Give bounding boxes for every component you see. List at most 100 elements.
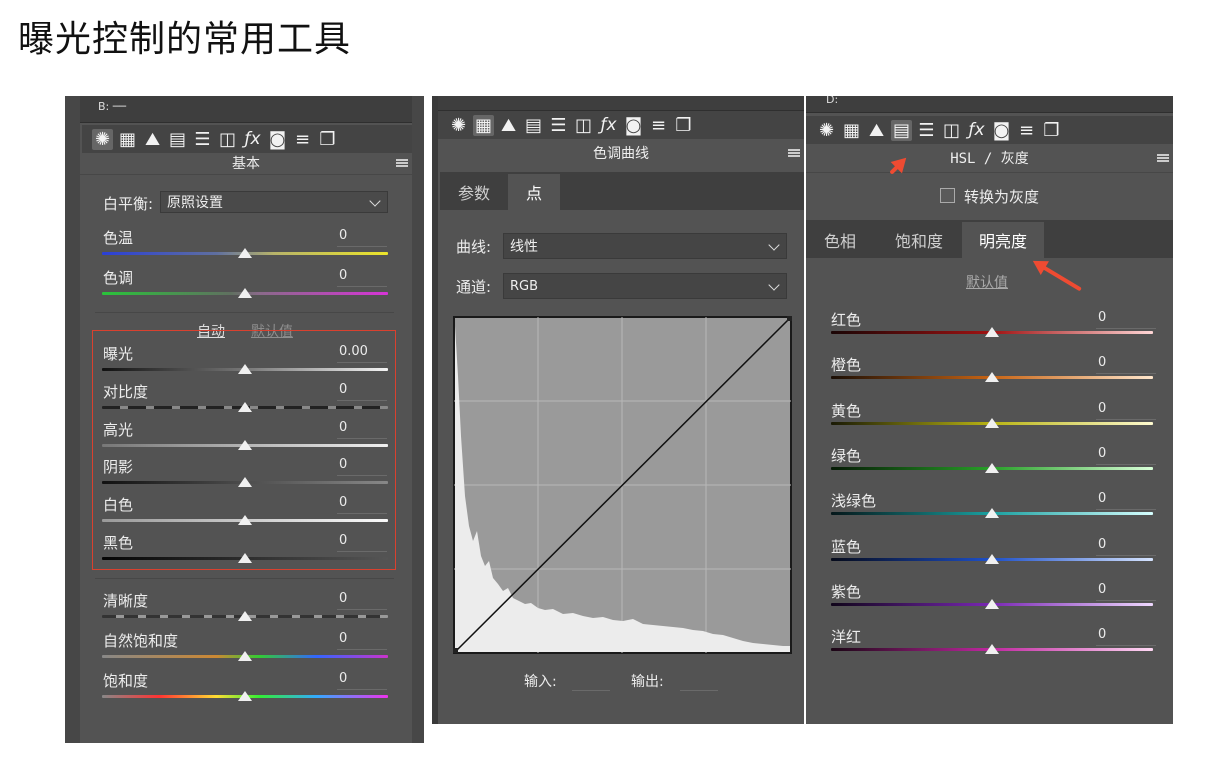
slider-thumb[interactable] — [238, 651, 252, 661]
mountain-icon[interactable]: ⛰ — [142, 129, 163, 150]
hsl-icon[interactable]: ▤ — [523, 115, 544, 136]
curve-select[interactable]: 线性 — [503, 233, 787, 259]
chevron-down-icon — [768, 239, 780, 251]
slider-value[interactable]: 0 — [339, 457, 347, 472]
slider-value[interactable]: 0 — [1098, 446, 1106, 461]
lens-icon[interactable]: ◫ — [573, 115, 594, 136]
white-balance-select[interactable]: 原照设置 — [160, 191, 388, 213]
lens-icon[interactable]: ◫ — [941, 120, 962, 141]
slider-value[interactable]: 0 — [339, 228, 347, 243]
grid-icon[interactable]: ▦ — [473, 114, 494, 136]
sliders-icon[interactable]: ≡ — [648, 115, 669, 136]
slider-value[interactable]: 0 — [1098, 537, 1106, 552]
slider-value[interactable]: 0 — [339, 268, 347, 283]
document-title: 曝光控制的常用工具 — [18, 19, 352, 60]
slider-value[interactable]: 0 — [339, 591, 347, 606]
curve-point-white[interactable] — [787, 316, 792, 321]
slider-thumb[interactable] — [985, 598, 999, 609]
lens-icon[interactable]: ◫ — [217, 129, 238, 150]
sliders-icon[interactable]: ≡ — [292, 129, 313, 150]
camera-icon[interactable]: ◙ — [267, 129, 288, 150]
aperture-icon[interactable]: ✺ — [816, 120, 837, 141]
convert-grayscale-checkbox[interactable] — [940, 188, 955, 203]
curve-point-black[interactable] — [453, 648, 458, 653]
grid-icon[interactable]: ▦ — [117, 129, 138, 150]
slider-value[interactable]: 0 — [1098, 491, 1106, 506]
grid-icon[interactable]: ▦ — [841, 120, 862, 141]
slider-value[interactable]: 0 — [1098, 627, 1106, 642]
panel-title: 基本 — [232, 156, 260, 172]
tab-luminance[interactable]: 明亮度 — [962, 222, 1044, 258]
slider-thumb[interactable] — [238, 288, 252, 298]
slider-value[interactable]: 0 — [1098, 355, 1106, 370]
slider-thumb[interactable] — [985, 327, 999, 337]
slider-label: 浅绿色 — [831, 492, 877, 511]
slider-thumb[interactable] — [238, 477, 252, 488]
slider-thumb[interactable] — [985, 553, 999, 564]
tab-hue[interactable]: 色相 — [810, 222, 870, 258]
presets-icon[interactable]: ❐ — [317, 129, 338, 150]
tab-label: 参数 — [457, 184, 490, 203]
slider-value[interactable]: 0 — [339, 631, 347, 646]
slider-value[interactable]: 0 — [339, 382, 347, 397]
slider-label: 蓝色 — [831, 537, 862, 556]
hsl-icon[interactable]: ▤ — [167, 129, 188, 150]
slider-thumb[interactable] — [238, 439, 252, 450]
tab-parametric[interactable]: 参数 — [444, 174, 504, 210]
channel-select-value: RGB — [510, 278, 539, 294]
slider-value[interactable]: 0 — [1098, 582, 1106, 597]
slider-value[interactable]: 0 — [1098, 310, 1106, 325]
aperture-icon[interactable]: ✺ — [448, 115, 469, 136]
input-field[interactable] — [572, 690, 610, 691]
slider-label: 洋红 — [831, 628, 862, 647]
slider-thumb[interactable] — [985, 372, 999, 383]
mountain-icon[interactable]: ⛰ — [866, 120, 887, 141]
slider-thumb[interactable] — [238, 515, 252, 526]
split-toning-icon[interactable]: ☰ — [916, 120, 937, 141]
slider-thumb[interactable] — [985, 462, 999, 473]
slider-value[interactable]: 0 — [339, 420, 347, 435]
panel-menu-icon[interactable] — [396, 159, 408, 167]
camera-icon[interactable]: ◙ — [623, 115, 644, 136]
presets-icon[interactable]: ❐ — [673, 115, 694, 136]
slider-thumb[interactable] — [238, 248, 252, 258]
slider-value[interactable]: 0 — [1098, 401, 1106, 416]
slider-thumb[interactable] — [238, 401, 252, 412]
hsl-icon[interactable]: ▤ — [891, 119, 912, 141]
slider-thumb[interactable] — [238, 691, 252, 701]
slider-thumb[interactable] — [985, 644, 999, 655]
slider-value-underline — [337, 689, 387, 690]
convert-grayscale-label: 转换为灰度 — [964, 188, 1040, 206]
output-field[interactable] — [680, 690, 718, 691]
slider-value[interactable]: 0 — [339, 671, 347, 686]
slider-label: 黑色 — [103, 534, 134, 552]
panel-menu-icon[interactable] — [788, 149, 800, 157]
slider-thumb[interactable] — [985, 508, 999, 519]
default-link[interactable]: 默认值 — [966, 272, 1008, 292]
sliders-icon[interactable]: ≡ — [1016, 120, 1037, 141]
presets-icon[interactable]: ❐ — [1041, 120, 1062, 141]
fx-icon[interactable]: ƒx — [966, 120, 987, 141]
slider-thumb[interactable] — [238, 611, 252, 621]
slider-thumb[interactable] — [238, 553, 252, 563]
mountain-icon[interactable]: ⛰ — [498, 115, 519, 136]
fx-icon[interactable]: ƒx — [598, 115, 619, 136]
slider-value[interactable]: 0.00 — [339, 344, 368, 359]
slider-value[interactable]: 0 — [339, 533, 347, 548]
slider-value[interactable]: 0 — [339, 495, 347, 510]
slider-thumb[interactable] — [238, 364, 252, 374]
fx-icon[interactable]: ƒx — [242, 129, 263, 150]
aperture-icon[interactable]: ✺ — [92, 128, 113, 150]
slider-thumb[interactable] — [985, 417, 999, 428]
curve-graph[interactable] — [453, 316, 792, 654]
camera-icon[interactable]: ◙ — [991, 120, 1012, 141]
split-toning-icon[interactable]: ☰ — [192, 129, 213, 150]
tab-saturation[interactable]: 饱和度 — [882, 222, 956, 258]
split-toning-icon[interactable]: ☰ — [548, 115, 569, 136]
panel-menu-icon[interactable] — [1157, 154, 1169, 162]
curve-toolbar: ✺ ▦ ⛰ ▤ ☰ ◫ ƒx ◙ ≡ ❐ — [438, 111, 804, 139]
slider-label: 红色 — [831, 311, 862, 329]
channel-select[interactable]: RGB — [503, 273, 787, 299]
tab-point[interactable]: 点 — [508, 174, 560, 210]
tab-label: 明亮度 — [978, 232, 1027, 251]
